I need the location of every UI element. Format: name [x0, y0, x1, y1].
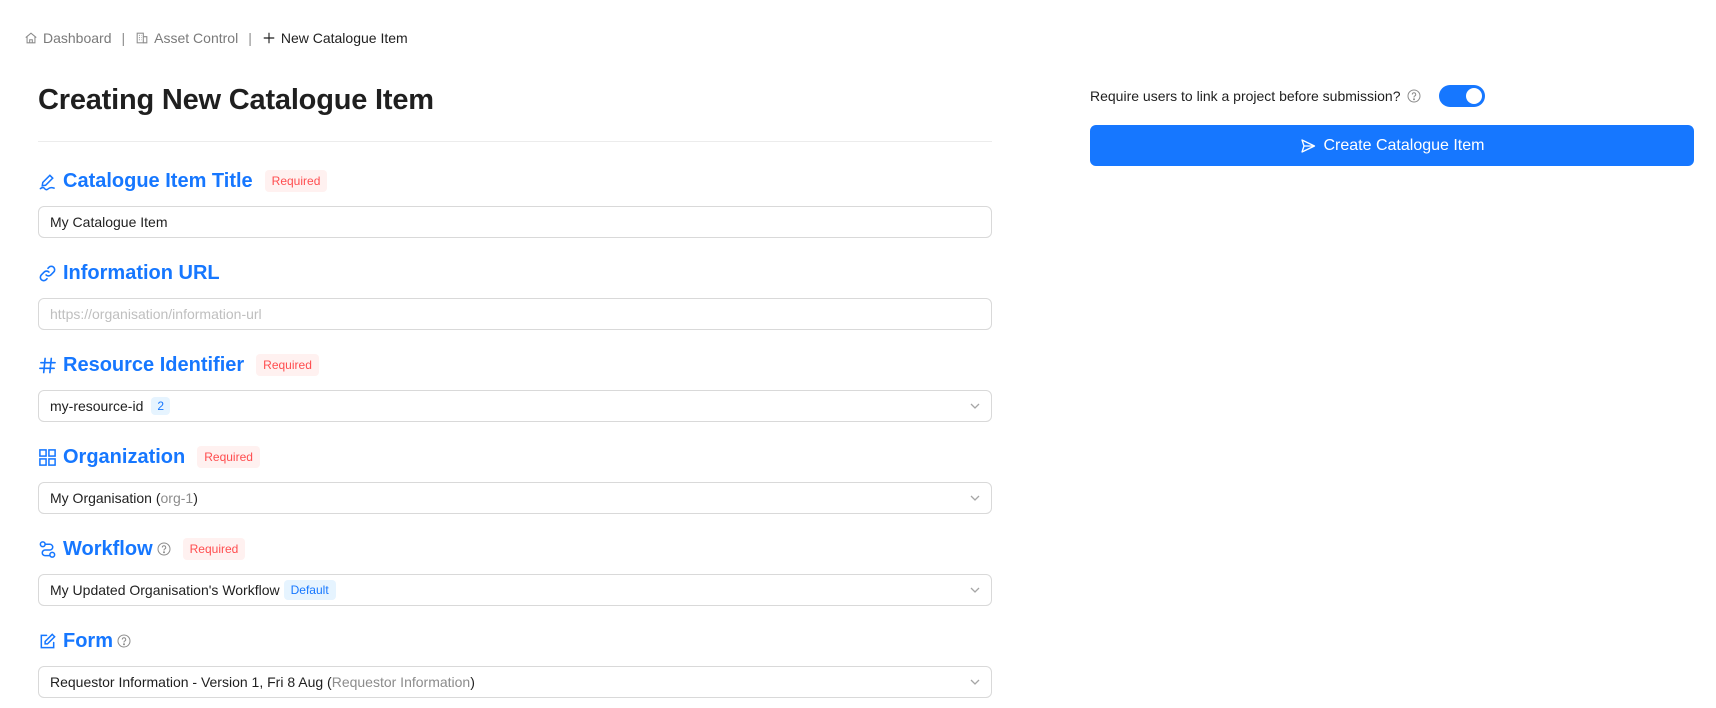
field-resource: Resource Identifier Required my-resource… — [38, 350, 992, 422]
page-header: Creating New Catalogue Item — [38, 80, 992, 142]
submit-panel: Require users to link a project before s… — [1090, 82, 1694, 166]
project-link-setting: Require users to link a project before s… — [1090, 82, 1694, 110]
breadcrumb-new-item: New Catalogue Item — [262, 30, 408, 46]
building-icon — [136, 32, 148, 44]
organization-value: My Organisation — [50, 490, 152, 506]
resource-select[interactable]: my-resource-id 2 — [38, 390, 992, 422]
field-label: Organization — [63, 445, 186, 468]
workflow-select[interactable]: My Updated Organisation's Workflow Defau… — [38, 574, 992, 606]
organization-select[interactable]: My Organisation (org-1) — [38, 482, 992, 514]
default-badge: Default — [283, 580, 336, 600]
toggle-knob — [1465, 88, 1482, 104]
breadcrumb-label: New Catalogue Item — [280, 30, 408, 46]
field-label: Form — [63, 629, 113, 652]
help-icon[interactable] — [157, 542, 171, 556]
breadcrumb-separator: | — [248, 30, 252, 46]
required-badge: Required — [256, 354, 319, 376]
field-form: Form Requestor Information - Version 1, … — [38, 626, 992, 698]
chevron-down-icon — [970, 587, 980, 593]
form-subtitle: Requestor Information — [331, 674, 471, 690]
signature-icon — [38, 172, 57, 191]
send-icon — [1300, 138, 1315, 153]
chevron-down-icon — [970, 403, 980, 409]
field-organization: Organization Required My Organisation (o… — [38, 442, 992, 514]
field-label: Information URL — [63, 261, 220, 284]
form-value: Requestor Information - Version 1, Fri 8… — [50, 674, 324, 690]
home-icon — [25, 32, 37, 44]
plus-icon — [263, 32, 275, 44]
chevron-down-icon — [970, 495, 980, 501]
organization-code: org-1 — [160, 490, 194, 506]
page-title: Creating New Catalogue Item — [38, 84, 434, 116]
required-badge: Required — [197, 446, 260, 468]
title-divider — [38, 141, 992, 142]
link-icon — [38, 264, 57, 283]
button-label: Create Catalogue Item — [1323, 136, 1485, 154]
project-link-toggle[interactable] — [1438, 85, 1485, 107]
url-input[interactable]: https://organisation/information-url — [38, 298, 992, 330]
grid-icon — [38, 448, 57, 467]
breadcrumb-label: Dashboard — [43, 30, 112, 46]
title-input-value: My Catalogue Item — [50, 214, 168, 230]
field-url: Information URL https://organisation/inf… — [38, 258, 992, 330]
paren-open: ( — [151, 490, 161, 506]
resource-value: my-resource-id — [50, 398, 144, 414]
help-icon[interactable] — [1407, 89, 1421, 103]
field-title: Catalogue Item Title Required My Catalog… — [38, 166, 992, 238]
help-icon[interactable] — [117, 634, 131, 648]
edit-icon — [38, 632, 57, 651]
form-select[interactable]: Requestor Information - Version 1, Fri 8… — [38, 666, 992, 698]
field-label: Workflow — [63, 537, 153, 560]
field-label: Resource Identifier — [63, 353, 245, 376]
chevron-down-icon — [970, 679, 980, 685]
title-input[interactable]: My Catalogue Item — [38, 206, 992, 238]
required-badge: Required — [182, 538, 246, 560]
url-input-placeholder: https://organisation/information-url — [50, 306, 262, 322]
field-label: Catalogue Item Title — [63, 169, 253, 192]
paren-open: ( — [323, 674, 332, 690]
field-workflow: Workflow Required My Updated Organisatio… — [38, 534, 992, 606]
breadcrumb-dashboard[interactable]: Dashboard — [24, 30, 112, 46]
paren-close: ) — [193, 490, 198, 506]
breadcrumb-separator: | — [121, 30, 126, 46]
create-catalogue-item-button[interactable]: Create Catalogue Item — [1090, 125, 1694, 166]
workflow-icon — [38, 540, 57, 559]
breadcrumb-asset-control[interactable]: Asset Control — [135, 30, 238, 46]
required-badge: Required — [264, 170, 328, 192]
count-badge: 2 — [151, 397, 171, 415]
paren-close: ) — [470, 674, 475, 690]
hash-icon — [38, 356, 57, 375]
breadcrumb-label: Asset Control — [154, 30, 239, 46]
breadcrumb: Dashboard | Asset Control | New Catalogu… — [24, 30, 408, 46]
workflow-value: My Updated Organisation's Workflow — [50, 582, 280, 598]
toggle-label: Require users to link a project before s… — [1090, 88, 1401, 104]
